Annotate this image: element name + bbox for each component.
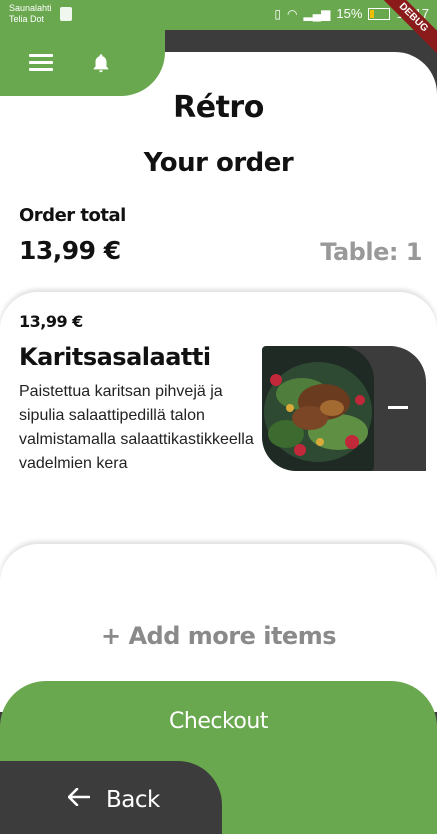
back-label: Back <box>106 787 160 813</box>
carrier-name-secondary: Telia Dot <box>9 14 45 24</box>
carrier-info: Saunalahti Telia Dot <box>9 3 52 25</box>
hamburger-menu-icon[interactable] <box>29 54 53 72</box>
order-total-label: Order total <box>19 205 126 226</box>
order-heading: Your order <box>143 148 294 178</box>
item-photo <box>262 346 374 471</box>
checkout-label: Checkout <box>169 709 268 734</box>
item-name: Karitsasalaatti <box>19 343 211 371</box>
item-description: Paistettua karitsan pihvejä ja sipulia s… <box>19 383 254 472</box>
carrier-name-primary: Saunalahti <box>9 3 52 13</box>
battery-percent: 15% <box>336 6 363 21</box>
back-button[interactable]: Back <box>0 761 222 834</box>
battery-icon <box>368 7 391 20</box>
add-more-items-link[interactable]: + Add more items <box>0 622 437 650</box>
order-panel: Rétro Your order Order total 13,99 € Tab… <box>0 52 437 712</box>
bell-icon[interactable] <box>90 52 112 74</box>
item-side-panel <box>262 346 426 471</box>
arrow-left-icon <box>68 788 90 806</box>
wifi-icon: ◠ <box>286 6 298 21</box>
vibrate-icon: ▯ <box>274 6 281 21</box>
table-number: Table: 1 <box>320 238 422 266</box>
sim-card-icon <box>60 7 72 21</box>
signal-icon: ▂▄▆ <box>303 6 331 21</box>
item-price: 13,99 € <box>19 312 83 331</box>
top-navigation <box>0 30 165 96</box>
order-total-value: 13,99 € <box>19 236 121 265</box>
minus-icon <box>388 406 408 409</box>
order-item-card: 13,99 € Karitsasalaatti Paistettua karit… <box>0 292 437 542</box>
status-bar: Saunalahti Telia Dot ▯ ◠ ▂▄▆ 15% 16:17 D… <box>0 0 437 60</box>
